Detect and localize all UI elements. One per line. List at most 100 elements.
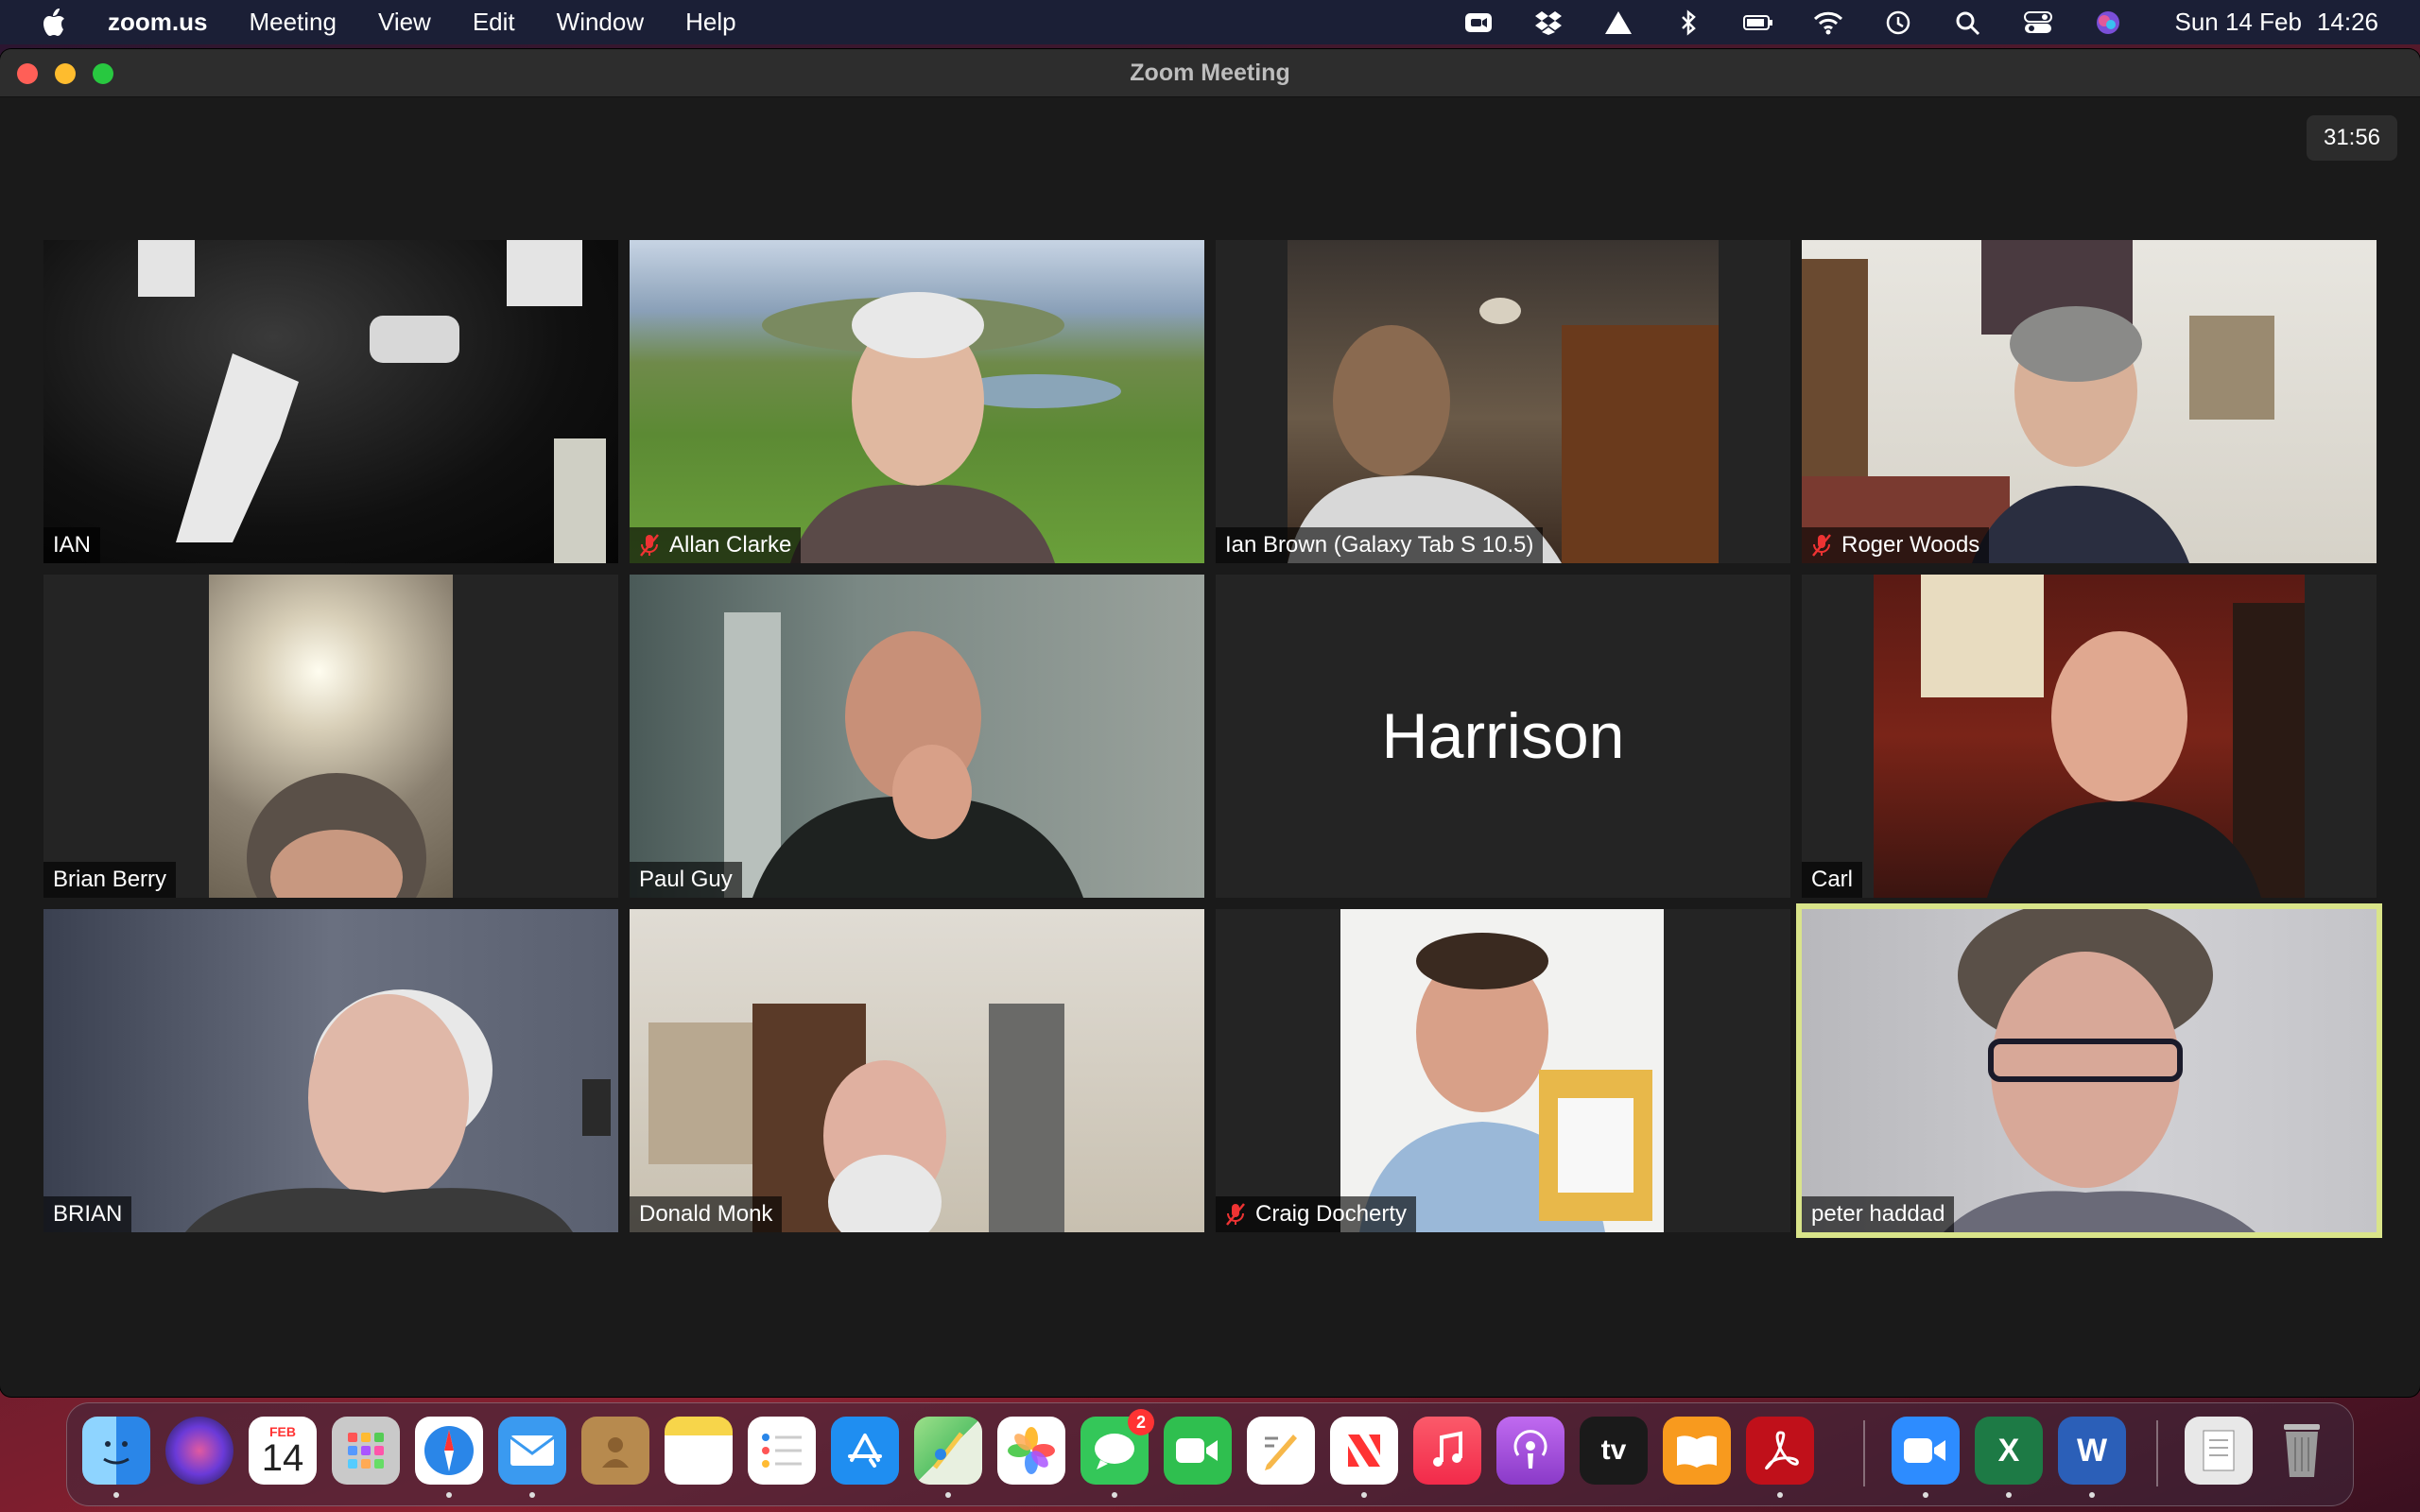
participant-name-label: IAN xyxy=(43,527,101,563)
search-icon[interactable] xyxy=(1949,9,1987,37)
participant-name: Carl xyxy=(1811,867,1854,892)
participant-name-label: Brian Berry xyxy=(43,862,177,898)
participant-tile-donald-monk[interactable]: Donald Monk xyxy=(630,909,1204,1232)
video-frame-image xyxy=(138,240,606,563)
siri-icon[interactable] xyxy=(165,1417,233,1485)
calendar-icon[interactable]: FEB 14 xyxy=(249,1417,317,1485)
trash-icon[interactable] xyxy=(2268,1417,2336,1485)
notes-icon[interactable] xyxy=(665,1417,733,1485)
dock-divider xyxy=(2156,1420,2158,1486)
maximize-window-button[interactable] xyxy=(93,63,113,84)
menu-edit[interactable]: Edit xyxy=(473,8,515,37)
battery-icon[interactable] xyxy=(1739,9,1777,37)
minimize-window-button[interactable] xyxy=(55,63,76,84)
maps-icon[interactable] xyxy=(914,1417,982,1485)
participant-name: IAN xyxy=(53,532,92,558)
apple-menu-icon[interactable] xyxy=(42,8,66,37)
meeting-timer: 31:56 xyxy=(2307,115,2397,161)
video-frame-image xyxy=(1359,933,1652,1232)
participant-tile-harrison[interactable]: Harrison xyxy=(1216,575,1790,898)
running-indicator xyxy=(113,1492,119,1498)
safari-icon[interactable] xyxy=(415,1417,483,1485)
running-indicator xyxy=(2089,1492,2095,1498)
participant-tile-carl[interactable]: Carl xyxy=(1802,575,2377,898)
mail-icon[interactable] xyxy=(498,1417,566,1485)
news-icon[interactable] xyxy=(1330,1417,1398,1485)
participant-tile-paul-guy[interactable]: Paul Guy xyxy=(630,575,1204,898)
launchpad-icon[interactable] xyxy=(332,1417,400,1485)
window-titlebar[interactable]: Zoom Meeting xyxy=(0,49,2420,97)
participant-video xyxy=(630,909,1204,1232)
zoom-meeting-window: Zoom Meeting 31:56 IAN Allan Clarke Ian … xyxy=(0,49,2420,1397)
participant-video xyxy=(43,909,618,1232)
app-store-icon[interactable] xyxy=(831,1417,899,1485)
zoom-icon[interactable] xyxy=(1892,1417,1960,1485)
participant-video xyxy=(1802,909,2377,1232)
participant-tile-allan-clarke[interactable]: Allan Clarke xyxy=(630,240,1204,563)
menubar-time: 14:26 xyxy=(2316,8,2378,36)
wifi-icon[interactable] xyxy=(1809,9,1847,37)
video-frame-image xyxy=(185,989,611,1232)
photos-icon[interactable] xyxy=(997,1417,1065,1485)
zoom-status-icon[interactable] xyxy=(1460,9,1497,37)
video-frame-image xyxy=(1921,575,2305,898)
participant-tile-ian-brown[interactable]: Ian Brown (Galaxy Tab S 10.5) xyxy=(1216,240,1790,563)
messages-icon[interactable]: 2 xyxy=(1080,1409,1154,1485)
menu-view[interactable]: View xyxy=(378,8,431,37)
video-frame-image xyxy=(762,292,1121,563)
participant-tile-peter-haddad[interactable]: peter haddad xyxy=(1802,909,2377,1232)
contacts-icon[interactable] xyxy=(581,1417,649,1485)
participant-tile-craig-docherty[interactable]: Craig Docherty xyxy=(1216,909,1790,1232)
menubar-clock[interactable]: Sun 14 Feb 14:26 xyxy=(2159,8,2378,37)
participant-name-label: Carl xyxy=(1802,862,1863,898)
participant-name-label: Roger Woods xyxy=(1802,527,1990,563)
reminders-icon[interactable] xyxy=(748,1417,816,1485)
window-controls xyxy=(17,63,130,84)
books-icon[interactable] xyxy=(1663,1417,1731,1485)
dock-divider xyxy=(1863,1420,1865,1486)
participant-name-label: Paul Guy xyxy=(630,862,742,898)
time-machine-icon[interactable] xyxy=(1879,9,1917,37)
running-indicator xyxy=(1112,1492,1117,1498)
participant-tile-brian[interactable]: BRIAN xyxy=(43,909,618,1232)
drive-icon[interactable] xyxy=(1599,9,1637,37)
participant-name: Roger Woods xyxy=(1841,532,1980,558)
textedit-icon[interactable] xyxy=(1247,1417,1315,1485)
participant-tile-brian-berry[interactable]: Brian Berry xyxy=(43,575,618,898)
dropbox-icon[interactable] xyxy=(1530,9,1567,37)
participant-name: BRIAN xyxy=(53,1201,123,1227)
music-icon[interactable] xyxy=(1413,1417,1481,1485)
menu-meeting[interactable]: Meeting xyxy=(249,8,337,37)
close-window-button[interactable] xyxy=(17,63,38,84)
bluetooth-icon[interactable] xyxy=(1669,9,1707,37)
menu-window[interactable]: Window xyxy=(557,8,644,37)
participant-tile-roger-woods[interactable]: Roger Woods xyxy=(1802,240,2377,563)
participant-name-placeholder: Harrison xyxy=(1381,700,1625,772)
siri-icon[interactable] xyxy=(2089,9,2127,37)
finder-icon[interactable] xyxy=(82,1417,150,1485)
participant-video xyxy=(630,575,1204,898)
documents-stack-icon[interactable] xyxy=(2185,1417,2253,1485)
running-indicator xyxy=(945,1492,951,1498)
excel-label: X xyxy=(1997,1432,2020,1469)
control-center-icon[interactable] xyxy=(2019,9,2057,37)
facetime-icon[interactable] xyxy=(1164,1417,1232,1485)
acrobat-icon[interactable] xyxy=(1746,1417,1814,1485)
running-indicator xyxy=(2006,1492,2012,1498)
participant-tile-ian[interactable]: IAN xyxy=(43,240,618,563)
participant-video xyxy=(1874,575,2305,898)
excel-icon[interactable]: X xyxy=(1975,1417,2043,1485)
apple-tv-icon[interactable]: tv xyxy=(1580,1417,1648,1485)
video-frame-image xyxy=(648,1004,1064,1232)
participant-name: Paul Guy xyxy=(639,867,733,892)
podcasts-icon[interactable] xyxy=(1496,1417,1564,1485)
participant-name-label: peter haddad xyxy=(1802,1196,1955,1232)
video-frame-image xyxy=(1802,240,2274,563)
menu-help[interactable]: Help xyxy=(685,8,735,37)
participant-name-label: Ian Brown (Galaxy Tab S 10.5) xyxy=(1216,527,1544,563)
word-icon[interactable]: W xyxy=(2058,1417,2126,1485)
participant-name: Donald Monk xyxy=(639,1201,773,1227)
word-label: W xyxy=(2076,1432,2108,1469)
app-name-menu[interactable]: zoom.us xyxy=(108,8,207,37)
participant-name-label: Allan Clarke xyxy=(630,527,802,563)
